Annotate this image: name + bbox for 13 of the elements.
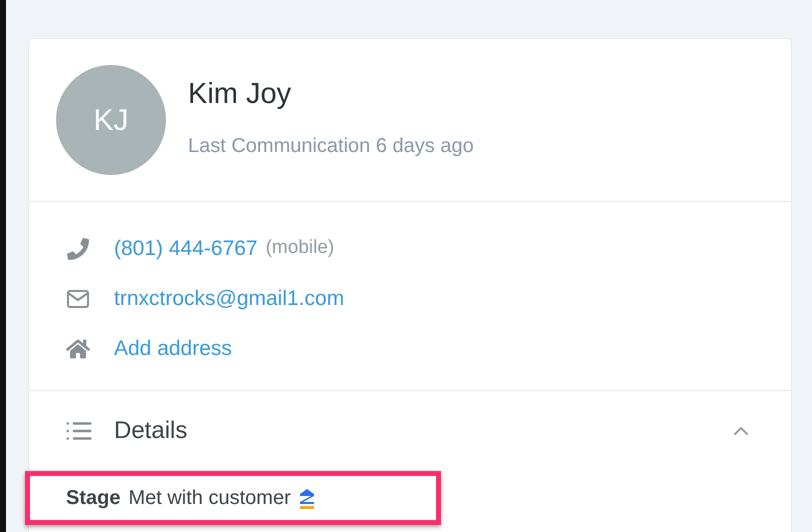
phone-link[interactable]: (801) 444-6767 xyxy=(114,232,258,264)
home-icon xyxy=(66,336,90,360)
add-address-link[interactable]: Add address xyxy=(114,332,232,364)
last-communication: Last Communication 6 days ago xyxy=(188,134,474,159)
field-label: Stage xyxy=(66,486,120,511)
contact-name: Kim Joy xyxy=(188,77,292,112)
avatar: KJ xyxy=(56,65,166,175)
field-value: Met with customer xyxy=(128,486,291,511)
email-link[interactable]: trnxctrocks@gmail1.com xyxy=(114,282,344,314)
phone-type: (mobile) xyxy=(266,236,334,260)
phone-icon xyxy=(67,238,89,260)
details-title: Details xyxy=(114,416,188,446)
house-logo-icon xyxy=(298,487,315,509)
